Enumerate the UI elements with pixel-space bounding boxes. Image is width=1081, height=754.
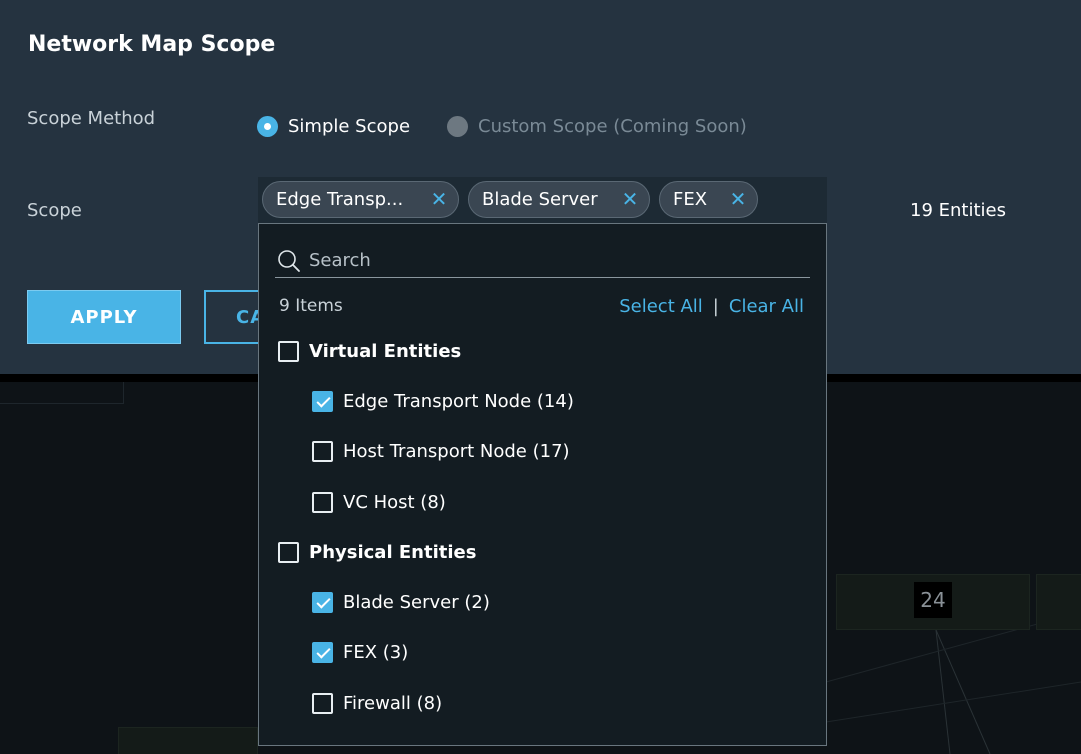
option-host-transport-node[interactable]: Host Transport Node (17) xyxy=(312,441,570,462)
search-input[interactable] xyxy=(309,250,789,271)
option-blade-server[interactable]: Blade Server (2) xyxy=(312,592,490,613)
map-node[interactable] xyxy=(1036,574,1081,630)
select-all-link[interactable]: Select All xyxy=(619,296,703,317)
option-label: Host Transport Node (17) xyxy=(343,441,570,462)
option-label: Edge Transport Node (14) xyxy=(343,391,574,412)
group-label: Virtual Entities xyxy=(309,341,462,362)
radio-selected-icon xyxy=(257,116,278,137)
group-physical-entities[interactable]: Physical Entities xyxy=(278,542,476,563)
checkbox-icon xyxy=(312,492,333,513)
checkbox-icon xyxy=(312,693,333,714)
option-vc-host[interactable]: VC Host (8) xyxy=(312,492,446,513)
scope-chip: Edge Transp... ✕ xyxy=(262,181,459,218)
close-icon[interactable]: ✕ xyxy=(620,189,640,209)
search-field xyxy=(275,244,810,278)
option-label: Blade Server (2) xyxy=(343,592,490,613)
checkbox-checked-icon xyxy=(312,642,333,663)
map-node[interactable] xyxy=(118,727,258,754)
scope-dropdown: 9 Items Select All | Clear All Virtual E… xyxy=(258,223,827,746)
group-virtual-entities[interactable]: Virtual Entities xyxy=(278,341,461,362)
chip-label: FEX xyxy=(673,189,708,210)
checkbox-icon xyxy=(312,441,333,462)
option-label: Firewall (8) xyxy=(343,693,443,714)
chip-label: Edge Transp... xyxy=(276,189,404,210)
custom-scope-label: Custom Scope (Coming Soon) xyxy=(478,116,747,137)
scope-method-label: Scope Method xyxy=(27,108,156,129)
actions-separator: | xyxy=(712,296,719,317)
group-label: Physical Entities xyxy=(309,542,477,563)
option-label: FEX (3) xyxy=(343,642,409,663)
entities-count: 19 Entities xyxy=(910,200,1006,221)
close-icon[interactable]: ✕ xyxy=(429,189,449,209)
simple-scope-radio[interactable]: Simple Scope xyxy=(257,116,410,137)
simple-scope-label: Simple Scope xyxy=(288,116,411,137)
checkbox-checked-icon xyxy=(312,592,333,613)
bulk-actions: Select All | Clear All xyxy=(619,296,804,317)
apply-button[interactable]: APPLY xyxy=(27,290,181,344)
panel-title: Network Map Scope xyxy=(28,32,276,57)
option-label: VC Host (8) xyxy=(343,492,446,513)
option-firewall[interactable]: Firewall (8) xyxy=(312,693,442,714)
scope-label: Scope xyxy=(27,200,82,221)
option-fex[interactable]: FEX (3) xyxy=(312,642,408,663)
items-count: 9 Items xyxy=(279,296,343,316)
clear-all-link[interactable]: Clear All xyxy=(729,296,804,317)
checkbox-checked-icon xyxy=(312,391,333,412)
checkbox-icon xyxy=(278,341,299,362)
chip-label: Blade Server xyxy=(482,189,598,210)
checkbox-icon xyxy=(278,542,299,563)
map-node-count-badge: 24 xyxy=(914,582,952,618)
option-edge-transport-node[interactable]: Edge Transport Node (14) xyxy=(312,391,574,412)
scope-chip: Blade Server ✕ xyxy=(468,181,650,218)
custom-scope-radio: Custom Scope (Coming Soon) xyxy=(447,116,747,137)
search-icon xyxy=(278,249,300,272)
scope-chip: FEX ✕ xyxy=(659,181,758,218)
radio-disabled-icon xyxy=(447,116,468,137)
close-icon[interactable]: ✕ xyxy=(728,189,748,209)
